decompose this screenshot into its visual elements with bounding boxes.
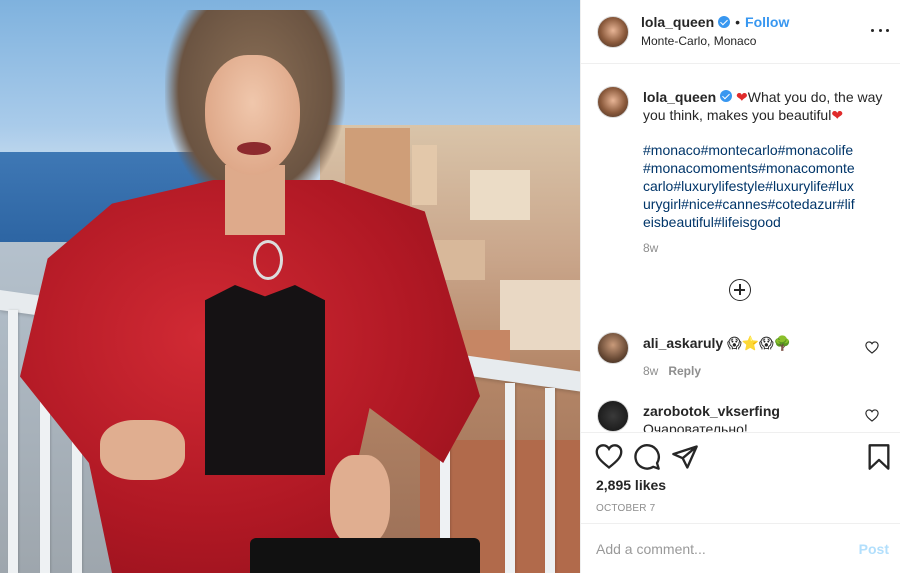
- caption-username[interactable]: lola_queen: [643, 89, 716, 105]
- paper-plane-icon[interactable]: [671, 443, 699, 471]
- caption-age: 8w: [643, 241, 659, 255]
- add-comment-input[interactable]: [596, 538, 836, 560]
- post-caption: lola_queen ❤What you do, the way you thi…: [581, 64, 900, 321]
- post-location[interactable]: Monte-Carlo, Monaco: [641, 34, 756, 48]
- commenter-username[interactable]: ali_askaruly: [643, 335, 723, 351]
- post-header: lola_queen • Follow Monte-Carlo, Monaco: [581, 0, 900, 64]
- photo-face: [205, 55, 300, 175]
- verified-badge-icon: [720, 90, 733, 102]
- author-username[interactable]: lola_queen: [641, 14, 714, 30]
- verified-badge-icon: [718, 16, 731, 28]
- commenter-avatar[interactable]: [597, 400, 629, 432]
- bookmark-icon[interactable]: [865, 443, 893, 471]
- header-separator: •: [735, 14, 741, 30]
- comment-text: 😱⭐😱🌳: [727, 335, 792, 351]
- heart-icon[interactable]: [595, 443, 623, 471]
- post-actions: 2,895 likes OCTOBER 7 Post: [581, 432, 900, 573]
- comment-like-heart-icon[interactable]: [865, 341, 879, 354]
- more-options-icon[interactable]: [871, 22, 889, 38]
- add-comment-row: Post: [581, 523, 900, 573]
- commenter-avatar[interactable]: [597, 332, 629, 364]
- red-heart-emoji: ❤: [831, 107, 844, 123]
- post-comment-button[interactable]: Post: [859, 541, 889, 557]
- comment-item: zarobotok_vkserfing Очаровательно!: [581, 400, 900, 432]
- red-heart-emoji: ❤: [736, 89, 748, 105]
- photo-handbag: [250, 538, 480, 573]
- comment-icon[interactable]: [633, 443, 661, 471]
- follow-button[interactable]: Follow: [745, 14, 789, 30]
- plus-circle-icon[interactable]: [729, 279, 751, 301]
- commenter-username[interactable]: zarobotok_vkserfing: [643, 402, 863, 420]
- comment-like-heart-icon[interactable]: [865, 409, 879, 422]
- post-photo[interactable]: [0, 0, 580, 573]
- comment-age: 8w: [643, 364, 659, 378]
- caption-hashtags[interactable]: #monaco#montecarlo#monacolife#monacomome…: [643, 141, 857, 231]
- author-avatar[interactable]: [597, 16, 629, 48]
- likes-count[interactable]: 2,895 likes: [596, 477, 666, 493]
- caption-author-avatar[interactable]: [597, 86, 629, 118]
- post-date: OCTOBER 7: [596, 503, 656, 514]
- comment-text: Очаровательно!: [643, 421, 748, 432]
- post-side-panel: lola_queen • Follow Monte-Carlo, Monaco …: [580, 0, 900, 573]
- reply-button[interactable]: Reply: [668, 364, 701, 378]
